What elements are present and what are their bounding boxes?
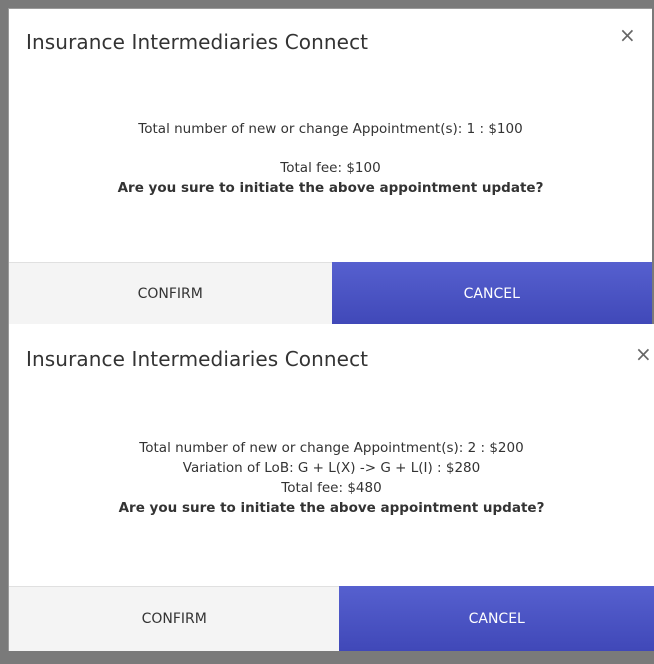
confirm-dialog-1: Insurance Intermediaries Connect × Total… — [8, 8, 652, 325]
dialog-title: Insurance Intermediaries Connect — [26, 347, 369, 371]
dialog-footer: CONFIRM CANCEL — [9, 262, 652, 325]
dialog-footer: CONFIRM CANCEL — [9, 586, 654, 651]
close-icon[interactable]: × — [635, 344, 652, 364]
lob-variation-text: Variation of LoB: G + L(X) -> G + L(I) :… — [182, 460, 481, 476]
confirm-button[interactable]: CONFIRM — [9, 586, 340, 651]
confirmation-question: Are you sure to initiate the above appoi… — [118, 500, 545, 516]
confirm-button[interactable]: CONFIRM — [9, 262, 332, 325]
dialog-title: Insurance Intermediaries Connect — [26, 30, 369, 54]
total-fee-text: Total fee: $100 — [280, 160, 381, 176]
total-fee-text: Total fee: $480 — [281, 480, 382, 496]
close-icon[interactable]: × — [619, 25, 636, 45]
dialog-body: Total number of new or change Appointmen… — [9, 119, 652, 198]
confirm-dialog-2: Insurance Intermediaries Connect × Total… — [8, 324, 654, 651]
appointment-summary-text: Total number of new or change Appointmen… — [138, 121, 523, 137]
cancel-button[interactable]: CANCEL — [339, 586, 654, 651]
dialog-body: Total number of new or change Appointmen… — [9, 438, 654, 518]
confirmation-question: Are you sure to initiate the above appoi… — [117, 180, 544, 196]
cancel-button[interactable]: CANCEL — [331, 262, 652, 325]
appointment-summary-text: Total number of new or change Appointmen… — [139, 440, 524, 456]
